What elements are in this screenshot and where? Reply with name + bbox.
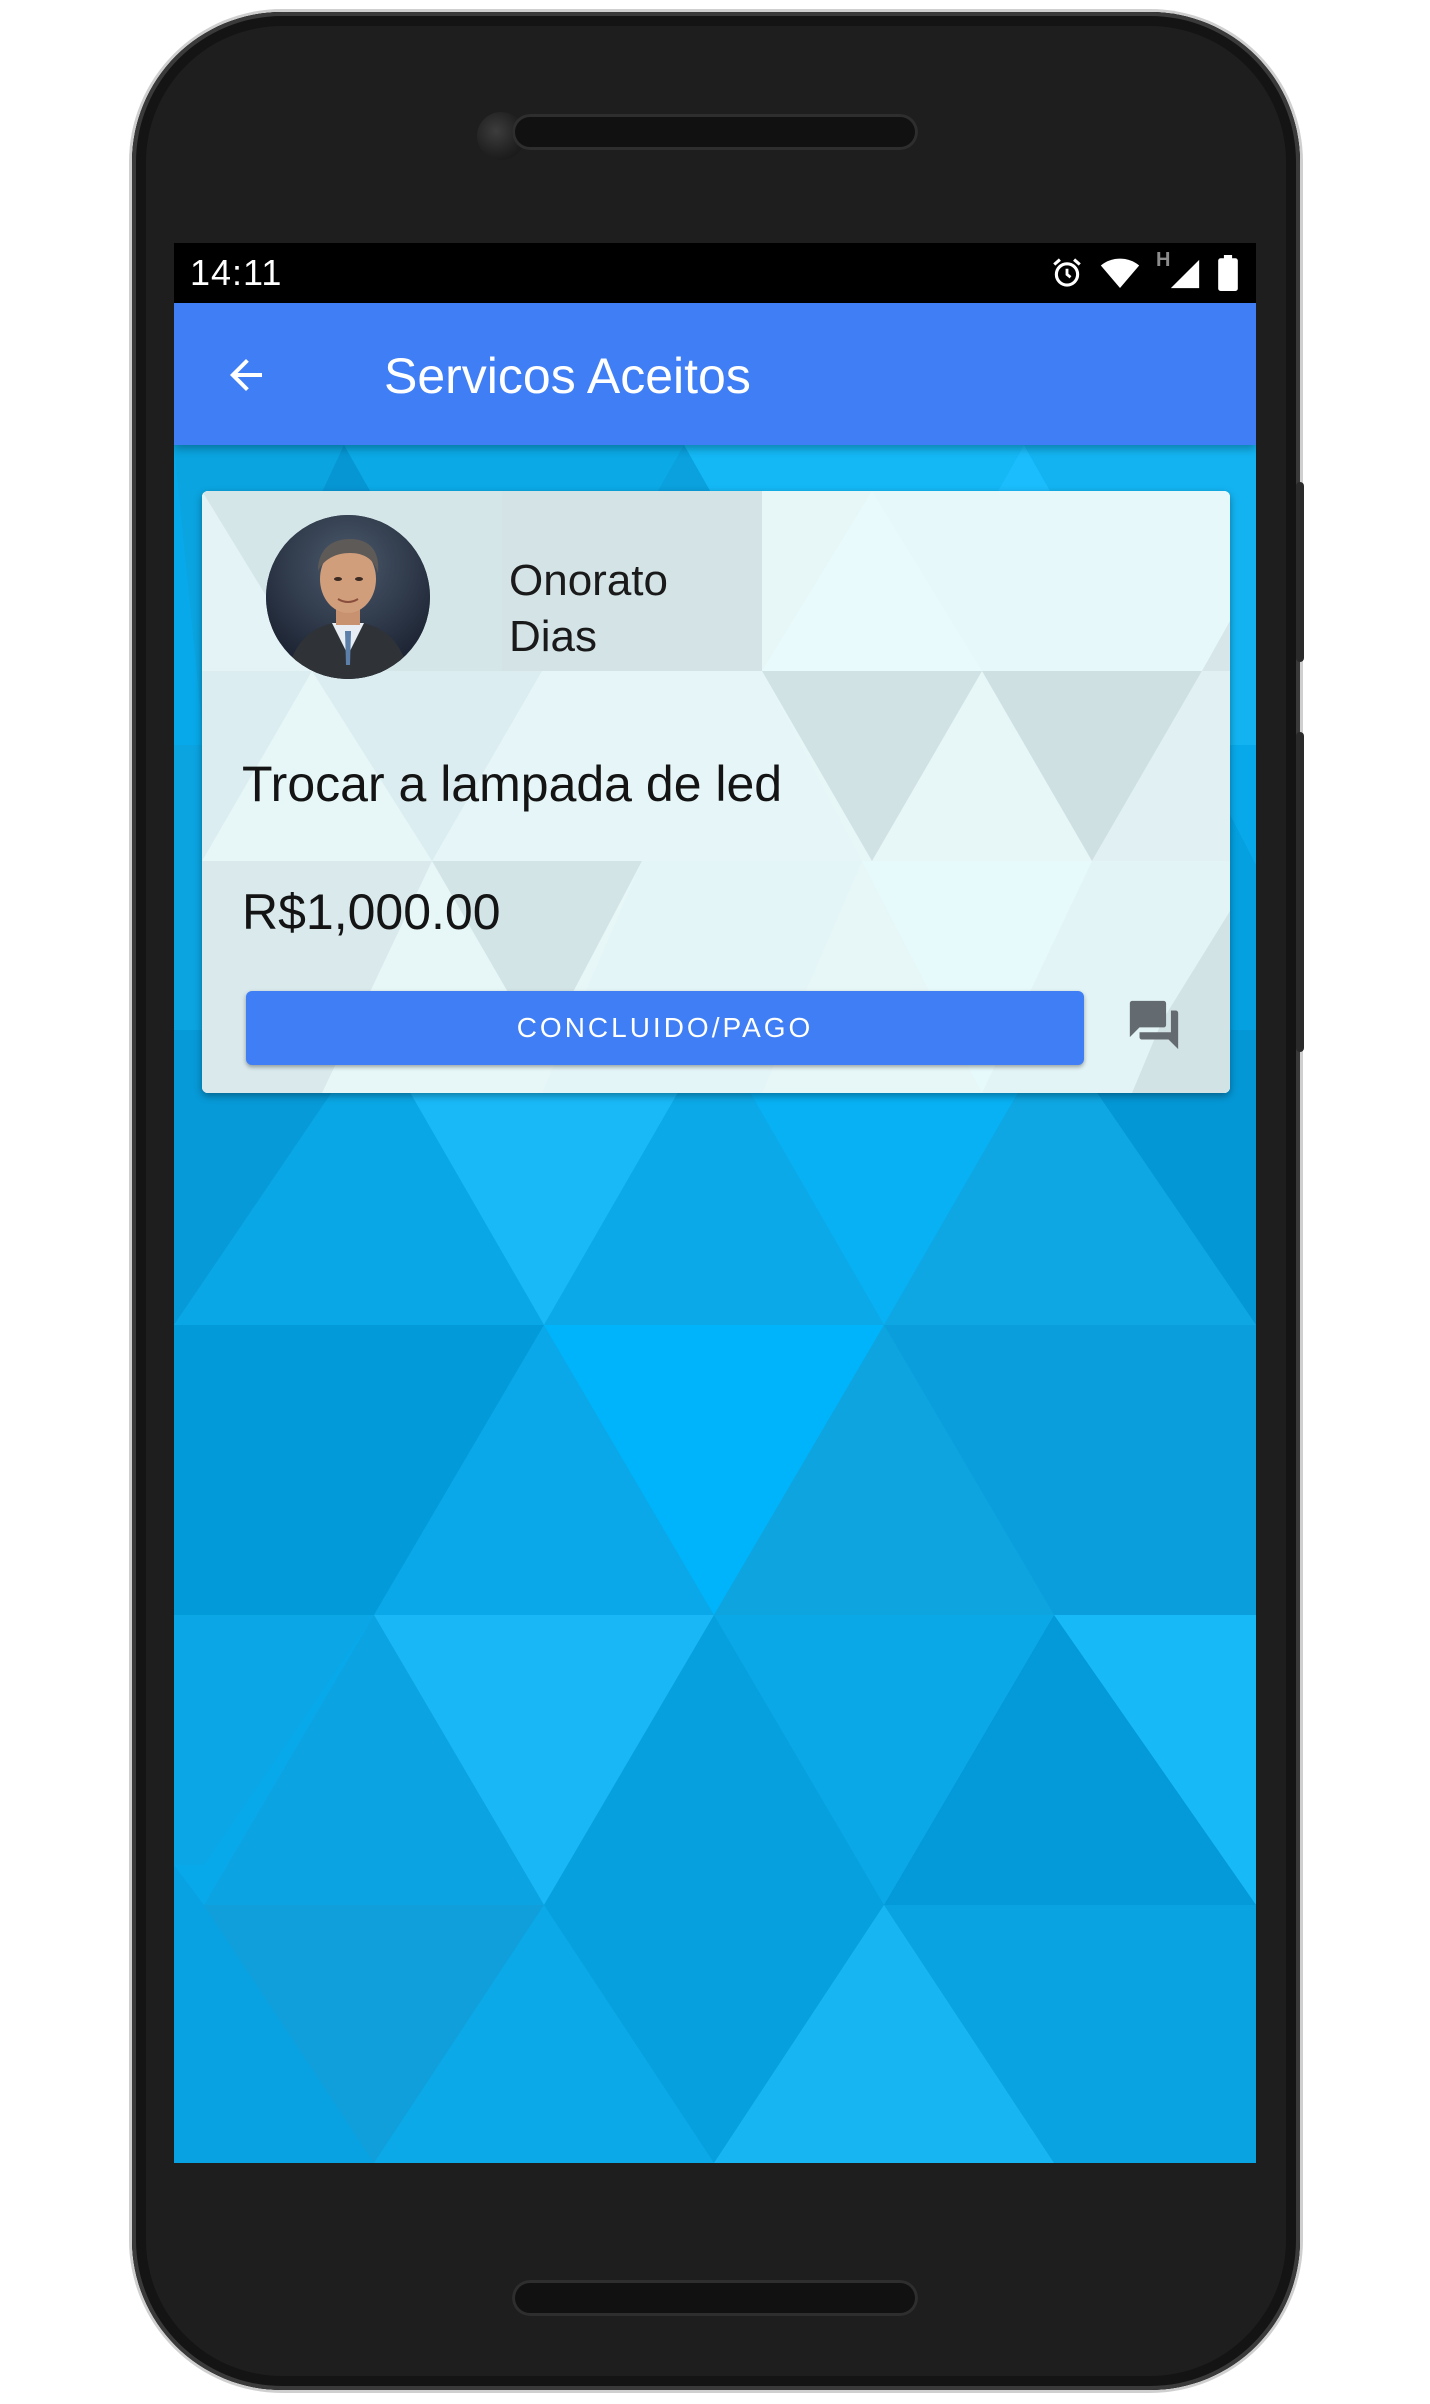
status-bar: 14:11 H — [174, 243, 1256, 303]
alarm-icon — [1053, 258, 1081, 287]
cell-signal: H — [1156, 249, 1202, 293]
power-button — [1296, 482, 1304, 662]
app-bar: Servicos Aceitos — [174, 303, 1256, 445]
provider-name: Onorato Dias — [509, 556, 668, 661]
chat-icon — [1129, 1000, 1179, 1050]
page-title: Servicos Aceitos — [384, 348, 751, 404]
done-paid-button[interactable]: CONCLUIDO/PAGO — [246, 991, 1084, 1065]
battery-icon — [1218, 255, 1238, 291]
device-screen: 14:11 H Servicos Aceitos Onorato Dias Tr… — [174, 243, 1256, 2163]
arrow-back-icon — [230, 359, 262, 391]
status-time: 14:11 — [190, 252, 283, 293]
wifi-icon — [1100, 258, 1140, 288]
avatar — [266, 515, 430, 679]
service-description: Trocar a lampada de led — [242, 756, 783, 812]
volume-button — [1296, 732, 1304, 1052]
service-price: R$1,000.00 — [242, 884, 501, 940]
top-speaker — [512, 114, 918, 150]
avatar-photo — [266, 515, 430, 679]
chat-button[interactable] — [1122, 993, 1186, 1057]
cell-signal-icon — [1170, 259, 1200, 289]
service-card: Onorato Dias Trocar a lampada de led R$1… — [202, 491, 1230, 1093]
back-button[interactable] — [214, 343, 278, 407]
status-icons: H — [1050, 249, 1238, 295]
bottom-speaker — [512, 2280, 918, 2316]
